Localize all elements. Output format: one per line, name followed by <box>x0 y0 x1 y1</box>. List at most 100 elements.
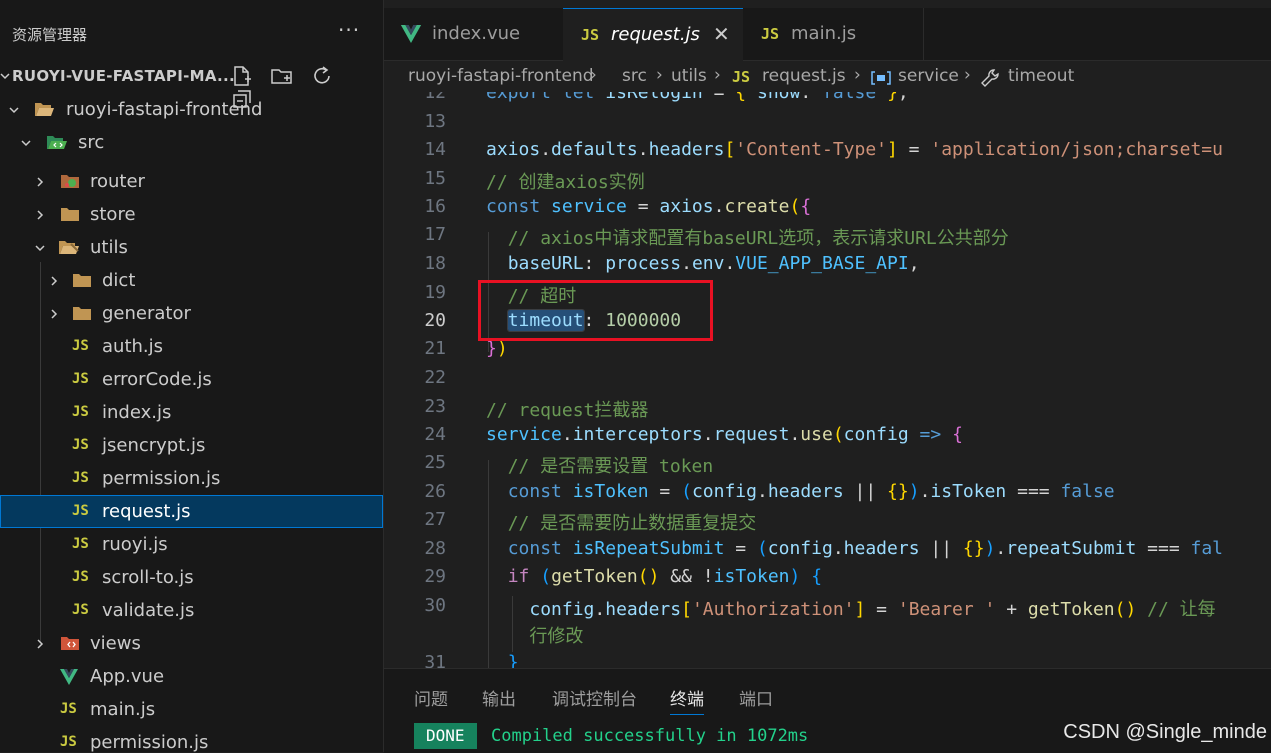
line-number: 20 <box>424 310 446 331</box>
tree-file-validate-js[interactable]: JS validate.js <box>0 594 383 627</box>
line-number: 31 <box>424 652 446 668</box>
line-number: 17 <box>424 224 446 245</box>
project-name: RUOYI-VUE-FASTAPI-MA... <box>12 67 236 85</box>
chevron-right-icon: › <box>656 65 663 85</box>
folder-src-icon <box>46 133 67 151</box>
tree-folder-views[interactable]: views <box>0 627 383 660</box>
terminal-output: Compiled successfully in 1072ms <box>491 726 809 746</box>
tree-file-app-vue[interactable]: App.vue <box>0 660 383 693</box>
breadcrumb-item[interactable]: request.js <box>762 66 846 86</box>
new-file-icon[interactable] <box>230 64 254 88</box>
chevron-right-icon: › <box>964 65 971 85</box>
code-editor[interactable]: 12 13 14 15 16 17 18 19 20 21 22 23 24 25 26 27 28 29 30 31… <box>384 92 1271 668</box>
tree-folder-router[interactable]: router <box>0 165 383 198</box>
tree-file-permission-js-root[interactable]: JS permission.js <box>0 726 383 752</box>
chevron-right-icon <box>34 173 46 187</box>
panel-tab-output[interactable]: 输出 <box>482 685 516 710</box>
line-number: 19 <box>424 282 446 303</box>
line-number: 30 <box>424 595 446 616</box>
breadcrumb-item[interactable]: src <box>622 66 647 86</box>
tree-file-index-js[interactable]: JS index.js <box>0 396 383 429</box>
folder-icon <box>72 304 92 322</box>
line-number: 13 <box>424 111 446 132</box>
vue-file-icon <box>400 25 422 47</box>
tree-label: App.vue <box>90 666 165 687</box>
new-folder-icon[interactable] <box>270 64 294 88</box>
tree-label: request.js <box>102 501 191 522</box>
tree-folder-utils[interactable]: utils <box>0 231 383 264</box>
tree-file-auth-js[interactable]: JS auth.js <box>0 330 383 363</box>
tree-label: generator <box>102 303 191 324</box>
code-line: // 创建axios实例 <box>486 172 645 193</box>
js-file-icon: JS <box>72 602 89 618</box>
code-line: // 是否需要设置 token <box>507 456 714 477</box>
line-number: 12 <box>424 92 446 103</box>
tab-main-js[interactable]: JS main.js <box>743 8 924 60</box>
js-file-icon: JS <box>732 68 751 86</box>
chevron-right-icon <box>48 272 60 286</box>
tree-folder-dict[interactable]: dict <box>0 264 383 297</box>
tab-label: main.js <box>791 23 857 44</box>
explorer-header: 资源管理器 ··· <box>0 14 383 56</box>
line-number: 24 <box>424 424 446 445</box>
panel-tab-terminal[interactable]: 终端 <box>670 685 704 715</box>
tree-label: jsencrypt.js <box>102 435 206 456</box>
tab-index-vue[interactable]: index.vue <box>384 8 564 60</box>
folder-icon <box>72 271 92 289</box>
tree-file-errorcode-js[interactable]: JS errorCode.js <box>0 363 383 396</box>
line-number: 16 <box>424 196 446 217</box>
tree-file-ruoyi-js[interactable]: JS ruoyi.js <box>0 528 383 561</box>
chevron-down-icon <box>34 239 46 252</box>
tab-bar: index.vue JS request.js ✕ JS main.js <box>384 8 1271 61</box>
breadcrumb-item[interactable]: utils <box>671 66 707 86</box>
breadcrumb-item[interactable]: timeout <box>1008 66 1074 86</box>
tree-folder-ruoyi-fastapi-frontend[interactable]: ruoyi-fastapi-frontend <box>0 93 383 126</box>
tree-file-main-js[interactable]: JS main.js <box>0 693 383 726</box>
tree-folder-store[interactable]: store <box>0 198 383 231</box>
js-file-icon: JS <box>72 404 89 420</box>
panel-tab-debug-console[interactable]: 调试控制台 <box>552 685 637 710</box>
vue-file-icon <box>60 669 78 685</box>
tree-file-request-js[interactable]: JS request.js <box>0 495 383 528</box>
status-badge: DONE <box>414 723 477 749</box>
editor-group: index.vue JS request.js ✕ JS main.js ruo… <box>384 0 1271 753</box>
tab-label: index.vue <box>432 23 521 44</box>
line-number: 14 <box>424 139 446 160</box>
code-line: const isToken = (config.headers || {}).i… <box>507 481 1115 502</box>
tree-label: scroll-to.js <box>102 567 194 588</box>
breadcrumb: ruoyi-fastapi-frontend › src › utils › J… <box>384 62 1271 92</box>
folder-open-icon <box>34 100 54 118</box>
chevron-right-icon: › <box>590 65 597 85</box>
panel-tab-ports[interactable]: 端口 <box>739 685 773 710</box>
close-icon[interactable]: ✕ <box>713 22 730 46</box>
tree-file-jsencrypt-js[interactable]: JS jsencrypt.js <box>0 429 383 462</box>
folder-icon <box>60 205 80 223</box>
tree-file-permission-js[interactable]: JS permission.js <box>0 462 383 495</box>
project-root-row[interactable]: RUOYI-VUE-FASTAPI-MA... <box>0 60 383 108</box>
tree-label: errorCode.js <box>102 369 212 390</box>
line-number: 25 <box>424 452 446 473</box>
js-file-icon: JS <box>72 503 89 519</box>
code-line: // 是否需要防止数据重复提交 <box>507 513 757 534</box>
line-number: 28 <box>424 538 446 559</box>
chevron-down-icon <box>20 134 32 147</box>
tree-folder-src[interactable]: src <box>0 126 383 159</box>
chevron-right-icon <box>34 635 46 649</box>
tab-request-js[interactable]: JS request.js ✕ <box>563 8 744 61</box>
chevron-right-icon: › <box>854 65 861 85</box>
more-actions-icon[interactable]: ··· <box>338 18 360 42</box>
panel-tab-problems[interactable]: 问题 <box>414 685 448 710</box>
chevron-right-icon <box>48 305 60 319</box>
breadcrumb-item[interactable]: service <box>898 66 959 86</box>
line-number: 27 <box>424 509 446 530</box>
tree-folder-generator[interactable]: generator <box>0 297 383 330</box>
tab-label: request.js <box>611 24 700 45</box>
tree-label: utils <box>90 237 128 258</box>
js-file-icon: JS <box>60 734 77 750</box>
js-file-icon: JS <box>581 26 600 44</box>
tree-label: permission.js <box>102 468 221 489</box>
tree-file-scroll-to-js[interactable]: JS scroll-to.js <box>0 561 383 594</box>
refresh-icon[interactable] <box>310 64 334 88</box>
breadcrumb-item[interactable]: ruoyi-fastapi-frontend <box>408 66 594 86</box>
js-file-icon: JS <box>72 569 89 585</box>
